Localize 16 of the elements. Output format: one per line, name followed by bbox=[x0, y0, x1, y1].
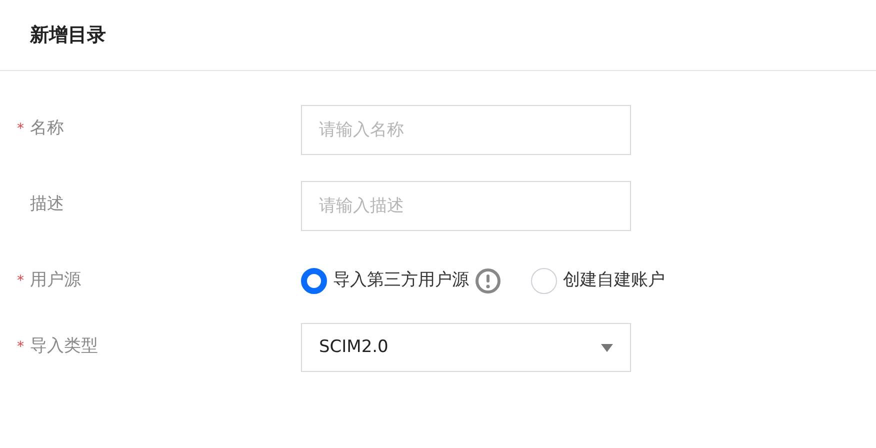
caret-icon bbox=[601, 344, 613, 352]
page-title: 新增目录 bbox=[30, 22, 106, 48]
input-field[interactable]: 请输入描述 bbox=[301, 181, 631, 231]
input-field[interactable]: 请输入名称 bbox=[301, 105, 631, 155]
field-label: 用户源 bbox=[30, 269, 81, 292]
radio-label[interactable]: 创建自建账户 bbox=[563, 268, 665, 294]
field-label: 导入类型 bbox=[30, 335, 98, 358]
select-dropdown[interactable]: SCIM2.0 bbox=[301, 323, 631, 372]
radio-label[interactable]: 导入第三方用户源 bbox=[333, 268, 469, 294]
field-label: 名称 bbox=[30, 117, 64, 140]
exclamation-icon[interactable] bbox=[475, 268, 501, 294]
radio-button[interactable] bbox=[301, 268, 327, 294]
field-label: 描述 bbox=[30, 193, 64, 216]
required-mark: * bbox=[17, 338, 25, 356]
required-mark: * bbox=[17, 272, 25, 290]
required-mark: * bbox=[17, 120, 25, 138]
